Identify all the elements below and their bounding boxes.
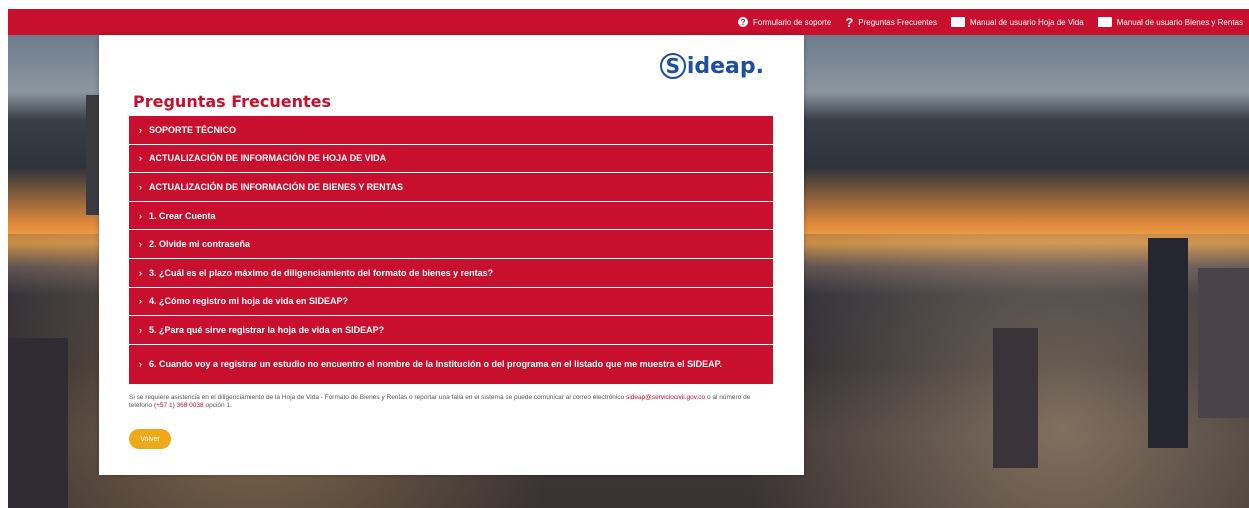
assistance-note: Si se requiere asistencia en el diligenc… (129, 394, 769, 410)
manual-cv-link[interactable]: Manual de usuario Hoja de Vida (950, 17, 1084, 27)
faq-item-registro-hoja-vida[interactable]: › 4. ¿Cómo registro mi hoja de vida en S… (129, 287, 773, 317)
question-mark-icon: ? (845, 14, 854, 30)
book-icon (950, 17, 965, 27)
faq-link[interactable]: ? Preguntas Frecuentes (845, 15, 937, 30)
support-form-link[interactable]: ? Formulario de soporte (738, 17, 831, 27)
support-form-label: Formulario de soporte (753, 17, 832, 27)
chevron-right-icon: › (139, 296, 142, 307)
chevron-right-icon: › (139, 181, 142, 192)
chevron-right-icon: › (139, 124, 142, 135)
note-text-3: opción 1. (205, 402, 232, 409)
faq-item-soporte-tecnico[interactable]: › SOPORTE TÉCNICO (129, 116, 773, 145)
faq-item-label: 2. Olvide mi contraseña (149, 239, 251, 250)
chevron-right-icon: › (139, 359, 142, 370)
faq-item-label: 5. ¿Para qué sirve registrar la hoja de … (149, 324, 385, 335)
faq-item-label: ACTUALIZACIÓN DE INFORMACIÓN DE HOJA DE … (149, 153, 387, 164)
faq-item-bienes-rentas[interactable]: › ACTUALIZACIÓN DE INFORMACIÓN DE BIENES… (129, 173, 773, 202)
faq-item-label: 3. ¿Cuál es el plazo máximo de diligenci… (149, 267, 494, 278)
chevron-right-icon: › (139, 153, 142, 164)
support-phone-link[interactable]: (+57 1) 368 0038 (154, 402, 204, 409)
help-circle-icon: ? (738, 17, 749, 27)
faq-item-para-que-sirve[interactable]: › 5. ¿Para qué sirve registrar la hoja d… (129, 316, 773, 345)
tower-right (1148, 238, 1188, 448)
support-email-link[interactable]: sideap@serviciocivil.gov.co (626, 394, 705, 401)
chevron-right-icon: › (139, 267, 142, 278)
chevron-right-icon: › (139, 239, 142, 250)
top-nav-bar: ? Formulario de soporte ? Preguntas Frec… (8, 9, 1249, 35)
sideap-logo: Sideap. (659, 53, 764, 79)
faq-item-crear-cuenta[interactable]: › 1. Crear Cuenta (129, 201, 773, 231)
manual-cv-label: Manual de usuario Hoja de Vida (969, 17, 1084, 27)
note-text-1: Si se requiere asistencia en el diligenc… (129, 394, 625, 401)
faq-item-label: 1. Crear Cuenta (149, 210, 216, 221)
browser-viewport: ? Formulario de soporte ? Preguntas Frec… (8, 9, 1249, 508)
faq-panel: Sideap. Preguntas Frecuentes › SOPORTE T… (99, 35, 804, 475)
faq-link-label: Preguntas Frecuentes (858, 17, 937, 27)
faq-item-label: ACTUALIZACIÓN DE INFORMACIÓN DE BIENES Y… (149, 181, 404, 192)
chevron-right-icon: › (139, 324, 142, 335)
book-icon (1097, 17, 1112, 27)
faq-item-institucion-no-encontrada[interactable]: › 6. Cuando voy a registrar un estudio n… (129, 344, 773, 385)
logo-s-ring: S (659, 53, 686, 79)
faq-item-label: SOPORTE TÉCNICO (149, 124, 237, 135)
page-title: Preguntas Frecuentes (133, 92, 332, 111)
faq-item-hoja-de-vida[interactable]: › ACTUALIZACIÓN DE INFORMACIÓN DE HOJA D… (129, 144, 773, 174)
tower-left (86, 95, 100, 215)
manual-assets-link[interactable]: Manual de usuario Bienes y Rentas (1097, 17, 1243, 27)
building-left (8, 338, 68, 508)
building-far-right (1198, 268, 1249, 418)
faq-item-olvide-contrasena[interactable]: › 2. Olvide mi contraseña (129, 230, 773, 259)
chevron-right-icon: › (139, 210, 142, 221)
faq-item-plazo-maximo[interactable]: › 3. ¿Cuál es el plazo máximo de diligen… (129, 258, 773, 288)
back-button[interactable]: Volver (129, 429, 171, 449)
faq-item-label: 6. Cuando voy a registrar un estudio no … (149, 359, 722, 370)
logo-text: ideap. (686, 53, 764, 79)
building-right (993, 328, 1038, 468)
faq-accordion: › SOPORTE TÉCNICO › ACTUALIZACIÓN DE INF… (129, 116, 773, 385)
manual-assets-label: Manual de usuario Bienes y Rentas (1116, 17, 1243, 27)
faq-item-label: 4. ¿Cómo registro mi hoja de vida en SID… (149, 296, 349, 307)
